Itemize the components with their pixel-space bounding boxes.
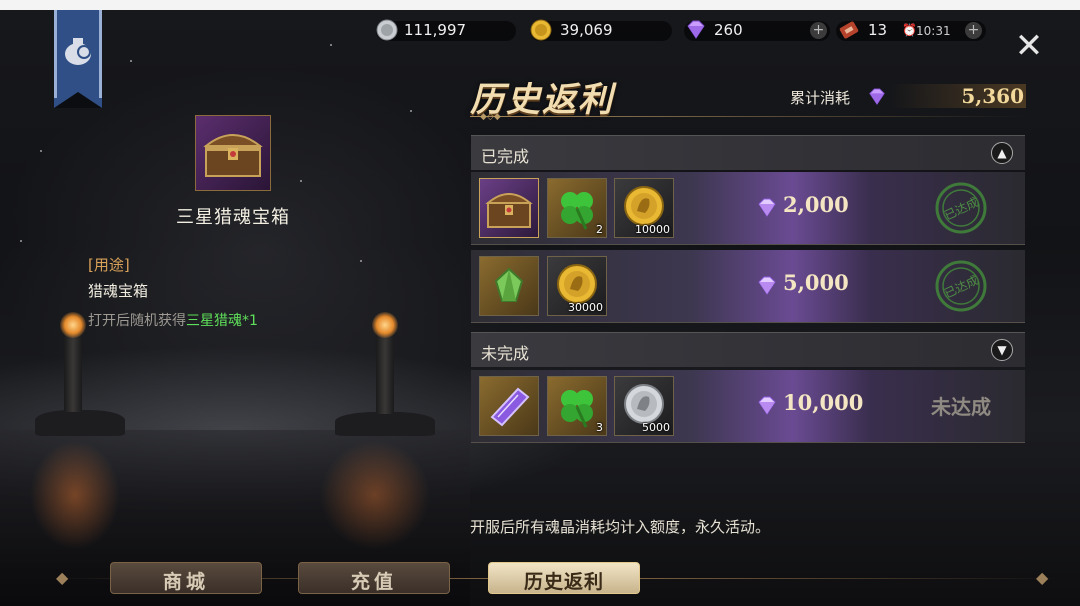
treasure-chest-icon <box>203 134 263 177</box>
lamp-left <box>60 312 86 338</box>
reward-row-3: 3 5000 10,000 未达成 <box>471 370 1025 443</box>
reward-count: 10000 <box>635 223 670 236</box>
treasure-chest-icon <box>485 193 533 228</box>
reward-slot[interactable] <box>479 376 539 436</box>
reward-count: 2 <box>596 223 603 236</box>
add-ticket-button[interactable]: + <box>965 22 982 39</box>
diamond-icon <box>758 198 776 217</box>
use-description-highlight: 三星猎魂*1 <box>186 313 258 329</box>
reward-slot[interactable]: 2 <box>547 178 607 238</box>
chevron-down-icon[interactable]: ▼ <box>991 339 1013 361</box>
chevron-up-icon[interactable]: ▲ <box>991 142 1013 164</box>
close-button[interactable]: ✕ <box>1013 29 1045 63</box>
lamp-post-right <box>376 330 394 414</box>
ticket-icon <box>839 21 859 39</box>
footnote: 开服后所有魂晶消耗均计入额度，永久活动。 <box>470 518 771 536</box>
requirement-value: 5,000 <box>783 270 849 295</box>
section-completed[interactable]: 已完成 ▲ <box>471 135 1025 170</box>
use-title: 猎魂宝箱 <box>88 282 149 300</box>
reward-slot[interactable] <box>479 178 539 238</box>
requirement-value: 2,000 <box>783 192 849 217</box>
lamp-post-left <box>64 330 82 412</box>
purple-scroll-icon <box>490 387 530 427</box>
green-gem-icon <box>494 267 524 302</box>
close-icon: ✕ <box>1014 26 1044 66</box>
tab-shop-label: 商城 <box>162 571 209 593</box>
reward-slot[interactable]: 30000 <box>547 256 607 316</box>
add-gem-button[interactable]: + <box>810 22 827 39</box>
gem-value: 260 <box>714 21 743 39</box>
achieved-stamp-icon: 已达成 <box>935 260 987 312</box>
item-preview <box>195 115 271 191</box>
diamond-icon <box>869 88 885 106</box>
reward-row-1: 2 10000 2,000 已达成 <box>471 172 1025 245</box>
silver-value: 111,997 <box>404 21 467 39</box>
section-incomplete-label: 未完成 <box>481 344 530 363</box>
ticket-timer: 10:31 <box>916 24 951 38</box>
requirement-value: 10,000 <box>783 390 864 415</box>
section-incomplete[interactable]: 未完成 ▼ <box>471 332 1025 367</box>
lamp-right <box>372 312 398 338</box>
alarm-clock-icon: ⏰ <box>902 23 917 37</box>
tab-recharge[interactable]: 充值 <box>298 562 450 594</box>
reward-count: 30000 <box>568 301 603 314</box>
tab-history-rebate-label: 历史返利 <box>523 571 604 593</box>
diamond-icon <box>687 20 705 39</box>
reward-row-2: 30000 5,000 已达成 <box>471 250 1025 323</box>
diamond-icon <box>758 276 776 295</box>
tab-shop[interactable]: 商城 <box>110 562 262 594</box>
use-tag: [用途] <box>88 256 130 274</box>
item-name: 三星猎魂宝箱 <box>176 207 290 228</box>
status-not-achieved: 未达成 <box>931 395 991 419</box>
tab-recharge-label: 充值 <box>350 571 397 593</box>
reward-slot[interactable]: 5000 <box>614 376 674 436</box>
reward-slot[interactable] <box>479 256 539 316</box>
title-ornament: ◆◇◆ <box>480 112 501 122</box>
title-divider <box>470 116 1026 117</box>
reward-slot[interactable]: 3 <box>547 376 607 436</box>
section-completed-label: 已完成 <box>481 147 530 166</box>
banner-icon[interactable] <box>52 10 104 108</box>
ornament-right: ◆ <box>1036 568 1049 587</box>
gold-coin-icon <box>530 19 552 41</box>
tab-history-rebate[interactable]: 历史返利 <box>488 562 640 594</box>
use-description: 打开后随机获得三星猎魂*1 <box>88 313 258 329</box>
cumulative-value: 5,360 <box>961 84 1024 108</box>
reward-count: 3 <box>596 421 603 434</box>
diamond-icon <box>758 396 776 415</box>
achieved-stamp-icon: 已达成 <box>935 182 987 234</box>
reward-slot[interactable]: 10000 <box>614 178 674 238</box>
ticket-value: 13 <box>868 21 888 39</box>
ornament-left: ◆ <box>56 568 69 587</box>
silver-coin-icon <box>376 19 398 41</box>
reward-count: 5000 <box>642 421 670 434</box>
top-band <box>0 0 1080 10</box>
cumulative-label: 累计消耗 <box>790 89 851 107</box>
gold-value: 39,069 <box>560 21 613 39</box>
